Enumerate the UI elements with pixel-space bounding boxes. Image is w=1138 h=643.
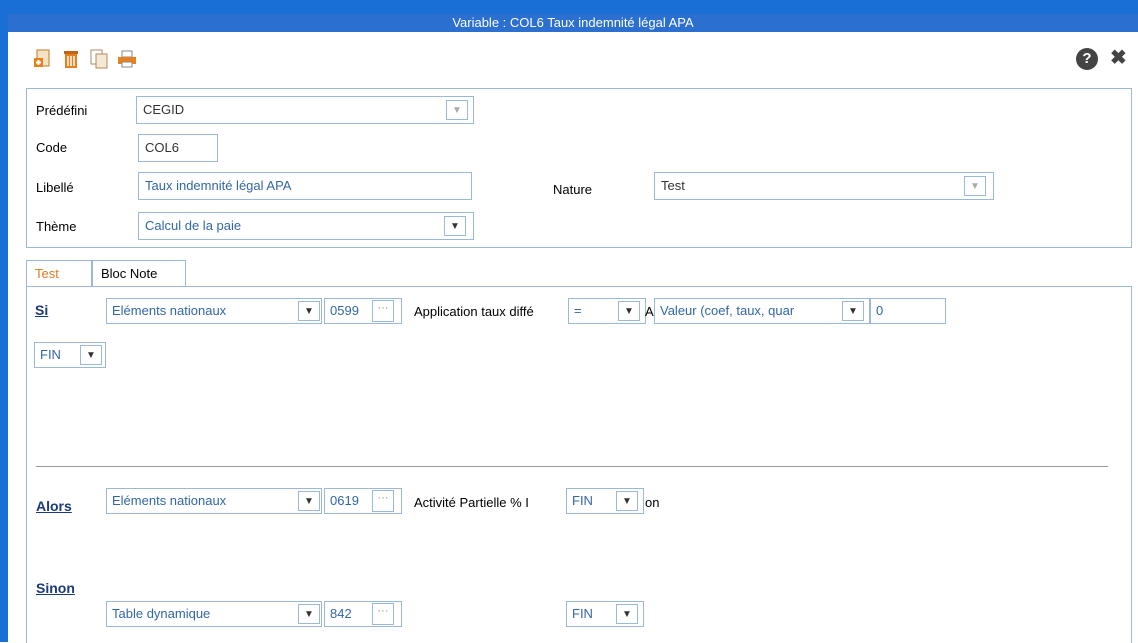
print-icon[interactable] [116, 48, 138, 70]
libelle-field[interactable]: Taux indemnité légal APA [138, 172, 472, 200]
sinon-fin-dropdown[interactable]: ▼ [616, 604, 638, 624]
nature-dropdown[interactable]: ▼ [964, 176, 986, 196]
si-operator-dropdown[interactable]: ▼ [618, 301, 640, 321]
toolbar: ? ✖ [8, 32, 1138, 88]
sinon-label: Sinon [36, 580, 75, 596]
predefini-field[interactable]: CEGID [136, 96, 474, 124]
alors-suffix: on [645, 495, 660, 510]
theme-dropdown[interactable]: ▼ [444, 216, 466, 236]
si-value-type-dropdown[interactable]: ▼ [842, 301, 864, 321]
si-source-dropdown[interactable]: ▼ [298, 301, 320, 321]
si-code-browse-button[interactable]: ··· [372, 300, 394, 322]
alors-fin-dropdown[interactable]: ▼ [616, 491, 638, 511]
alors-source-dropdown[interactable]: ▼ [298, 491, 320, 511]
si-source-field[interactable]: Eléments nationaux [106, 298, 322, 324]
help-icon[interactable]: ? [1076, 48, 1098, 70]
sinon-source-field[interactable]: Table dynamique [106, 601, 322, 627]
new-doc-icon[interactable] [32, 48, 54, 70]
copy-icon[interactable] [88, 48, 110, 70]
window-title: Variable : COL6 Taux indemnité légal APA [8, 14, 1138, 32]
theme-field[interactable]: Calcul de la paie [138, 212, 474, 240]
predefini-dropdown[interactable]: ▼ [446, 100, 468, 120]
sinon-code-browse-button[interactable]: ··· [372, 603, 394, 625]
theme-label: Thème [36, 219, 77, 234]
predefini-label: Prédéfini [36, 103, 88, 118]
tab-test[interactable]: Test [26, 260, 92, 286]
nature-label: Nature [553, 182, 593, 197]
si-value-type-field[interactable]: Valeur (coef, taux, quar [654, 298, 870, 324]
si-label: Si [35, 302, 49, 318]
test-panel [26, 286, 1132, 643]
libelle-label: Libellé [36, 180, 74, 195]
si-value-field[interactable]: 0 [870, 298, 946, 324]
si-a-label: A [645, 304, 654, 319]
trash-icon[interactable] [60, 48, 82, 70]
si-fin-dropdown[interactable]: ▼ [80, 345, 102, 365]
nature-field[interactable]: Test [654, 172, 994, 200]
si-description: Application taux diffé [414, 304, 534, 319]
alors-code-browse-button[interactable]: ··· [372, 490, 394, 512]
alors-label: Alors [36, 498, 72, 514]
code-field[interactable]: COL6 [138, 134, 218, 162]
alors-source-field[interactable]: Eléments nationaux [106, 488, 322, 514]
code-label: Code [36, 140, 68, 155]
close-icon[interactable]: ✖ [1110, 46, 1132, 70]
tab-bloc-note[interactable]: Bloc Note [92, 260, 186, 286]
alors-description: Activité Partielle % I [414, 495, 529, 510]
divider [36, 466, 1108, 467]
sinon-source-dropdown[interactable]: ▼ [298, 604, 320, 624]
